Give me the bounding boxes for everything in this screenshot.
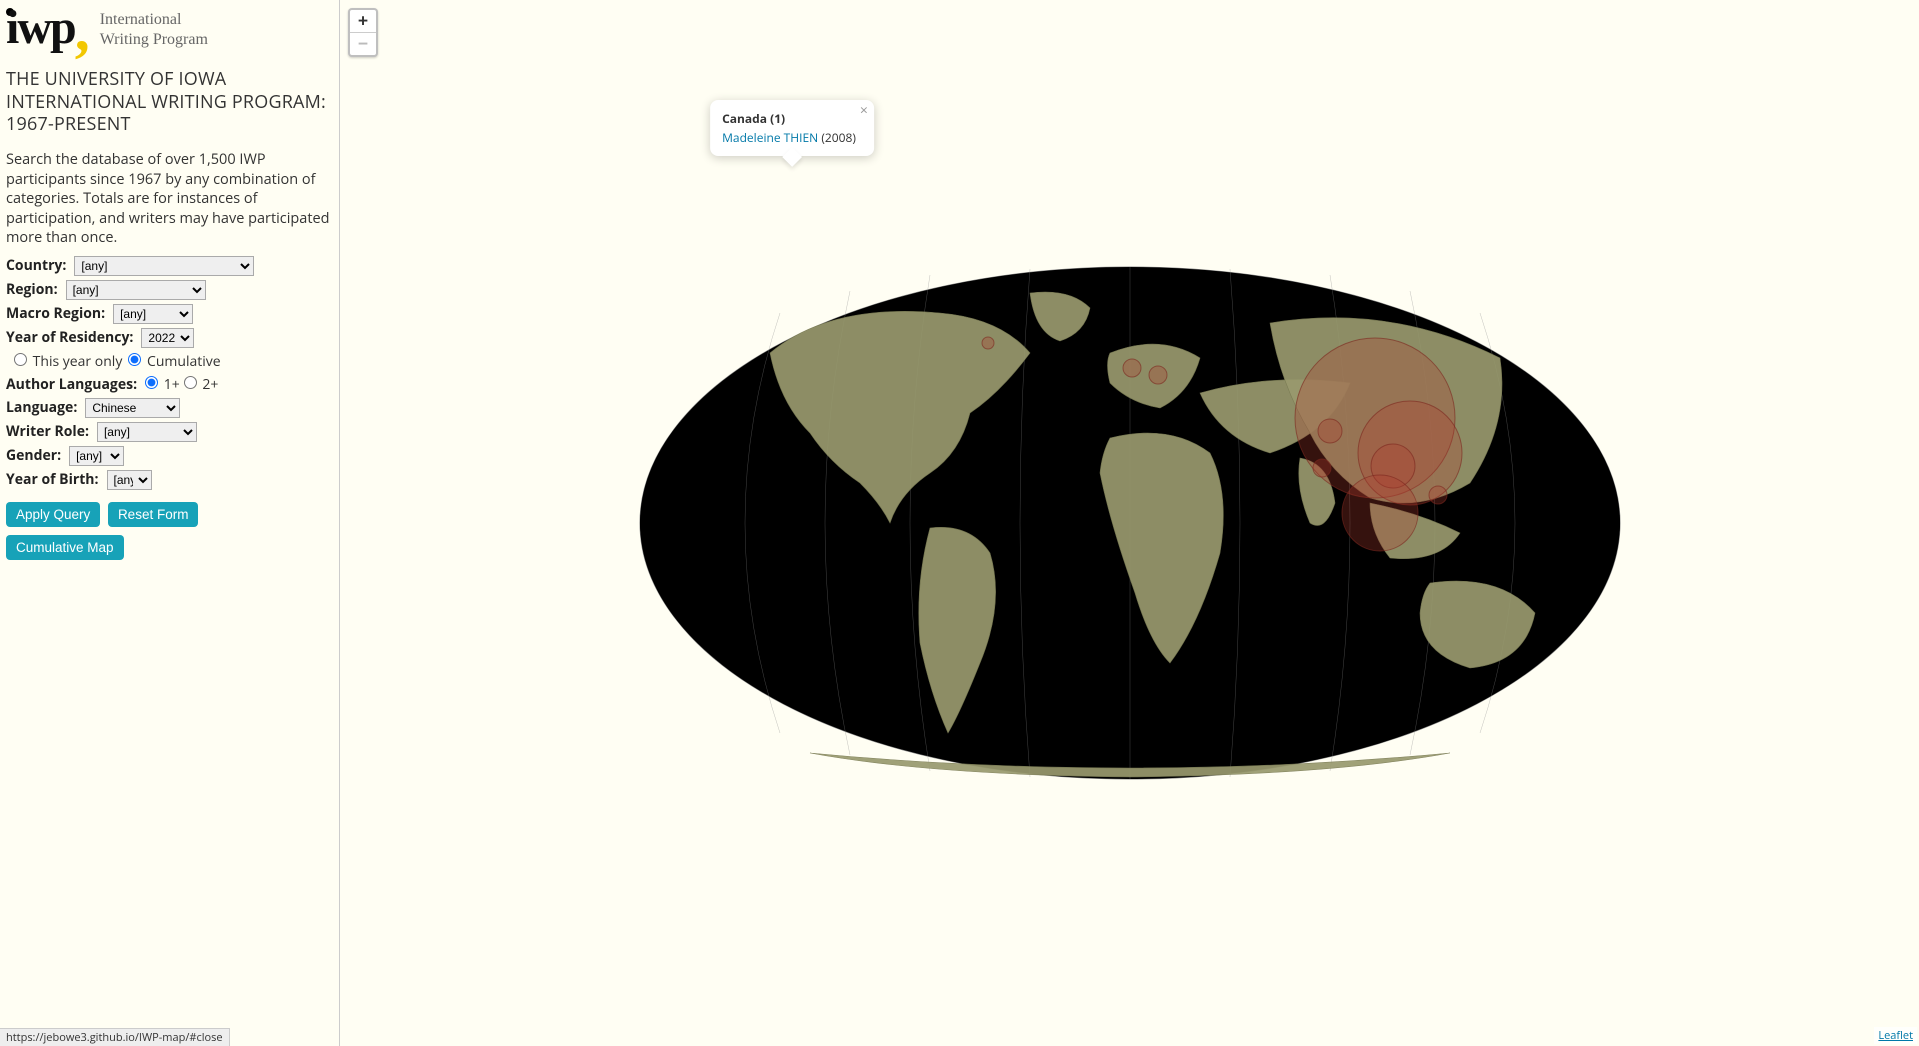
logo-text: iwp xyxy=(6,1,75,54)
map-bubble[interactable] xyxy=(982,337,994,349)
logo-subtitle: International Writing Program xyxy=(100,10,208,50)
sidebar: iwp , International Writing Program THE … xyxy=(0,0,340,1046)
map-bubble[interactable] xyxy=(1342,475,1418,551)
author-languages-label: Author Languages: xyxy=(6,375,137,394)
map-bubble[interactable] xyxy=(1313,459,1331,477)
zoom-in-button[interactable]: + xyxy=(350,10,376,33)
region-label: Region: xyxy=(6,280,58,299)
macro-region-label: Macro Region: xyxy=(6,304,105,323)
author-languages-2plus[interactable]: 2+ xyxy=(184,375,219,394)
year-residency-select[interactable]: 2022 xyxy=(141,328,194,348)
country-label: Country: xyxy=(6,256,66,275)
world-map[interactable] xyxy=(630,263,1630,783)
region-select[interactable]: [any] xyxy=(66,280,206,300)
gender-label: Gender: xyxy=(6,446,61,465)
zoom-out-button[interactable]: − xyxy=(350,33,376,55)
popup-close-button[interactable]: × xyxy=(860,104,868,118)
year-mode-cumulative[interactable]: Cumulative xyxy=(128,352,220,371)
language-label: Language: xyxy=(6,398,77,417)
map-bubble[interactable] xyxy=(1318,419,1342,443)
year-birth-label: Year of Birth: xyxy=(6,470,99,489)
popup-writer-year: (2008) xyxy=(821,129,856,146)
year-birth-select[interactable]: [any] xyxy=(107,470,152,490)
status-bar-url: https://jebowe3.github.io/IWP-map/#close xyxy=(0,1028,230,1046)
popup-title: Canada (1) xyxy=(722,110,856,127)
writer-role-select[interactable]: [any] xyxy=(97,422,197,442)
map-bubble[interactable] xyxy=(1149,366,1167,384)
author-languages-1plus[interactable]: 1+ xyxy=(145,375,180,394)
map-popup: × Canada (1) Madeleine THIEN (2008) xyxy=(710,100,874,156)
map-bubble[interactable] xyxy=(1429,486,1447,504)
writer-role-label: Writer Role: xyxy=(6,422,89,441)
popup-writer-link[interactable]: Madeleine THIEN xyxy=(722,129,818,146)
macro-region-select[interactable]: [any] xyxy=(113,304,193,324)
country-select[interactable]: [any] xyxy=(74,256,254,276)
intro-text: Search the database of over 1,500 IWP pa… xyxy=(6,150,333,248)
language-select[interactable]: Chinese xyxy=(85,398,180,418)
zoom-controls: + − xyxy=(348,8,378,57)
map-bubble[interactable] xyxy=(1123,359,1141,377)
reset-form-button[interactable]: Reset Form xyxy=(108,502,199,527)
gender-select[interactable]: [any] xyxy=(69,446,124,466)
year-mode-this-year[interactable]: This year only xyxy=(14,352,122,371)
map-area[interactable]: + − xyxy=(340,0,1919,1046)
apply-query-button[interactable]: Apply Query xyxy=(6,502,100,527)
logo-comma-icon: , xyxy=(75,12,90,48)
logo: iwp , International Writing Program xyxy=(6,4,333,52)
cumulative-map-button[interactable]: Cumulative Map xyxy=(6,535,124,560)
year-residency-label: Year of Residency: xyxy=(6,328,133,347)
map-attribution[interactable]: Leaflet xyxy=(1874,1027,1917,1044)
page-title: THE UNIVERSITY OF IOWA INTERNATIONAL WRI… xyxy=(6,68,333,136)
